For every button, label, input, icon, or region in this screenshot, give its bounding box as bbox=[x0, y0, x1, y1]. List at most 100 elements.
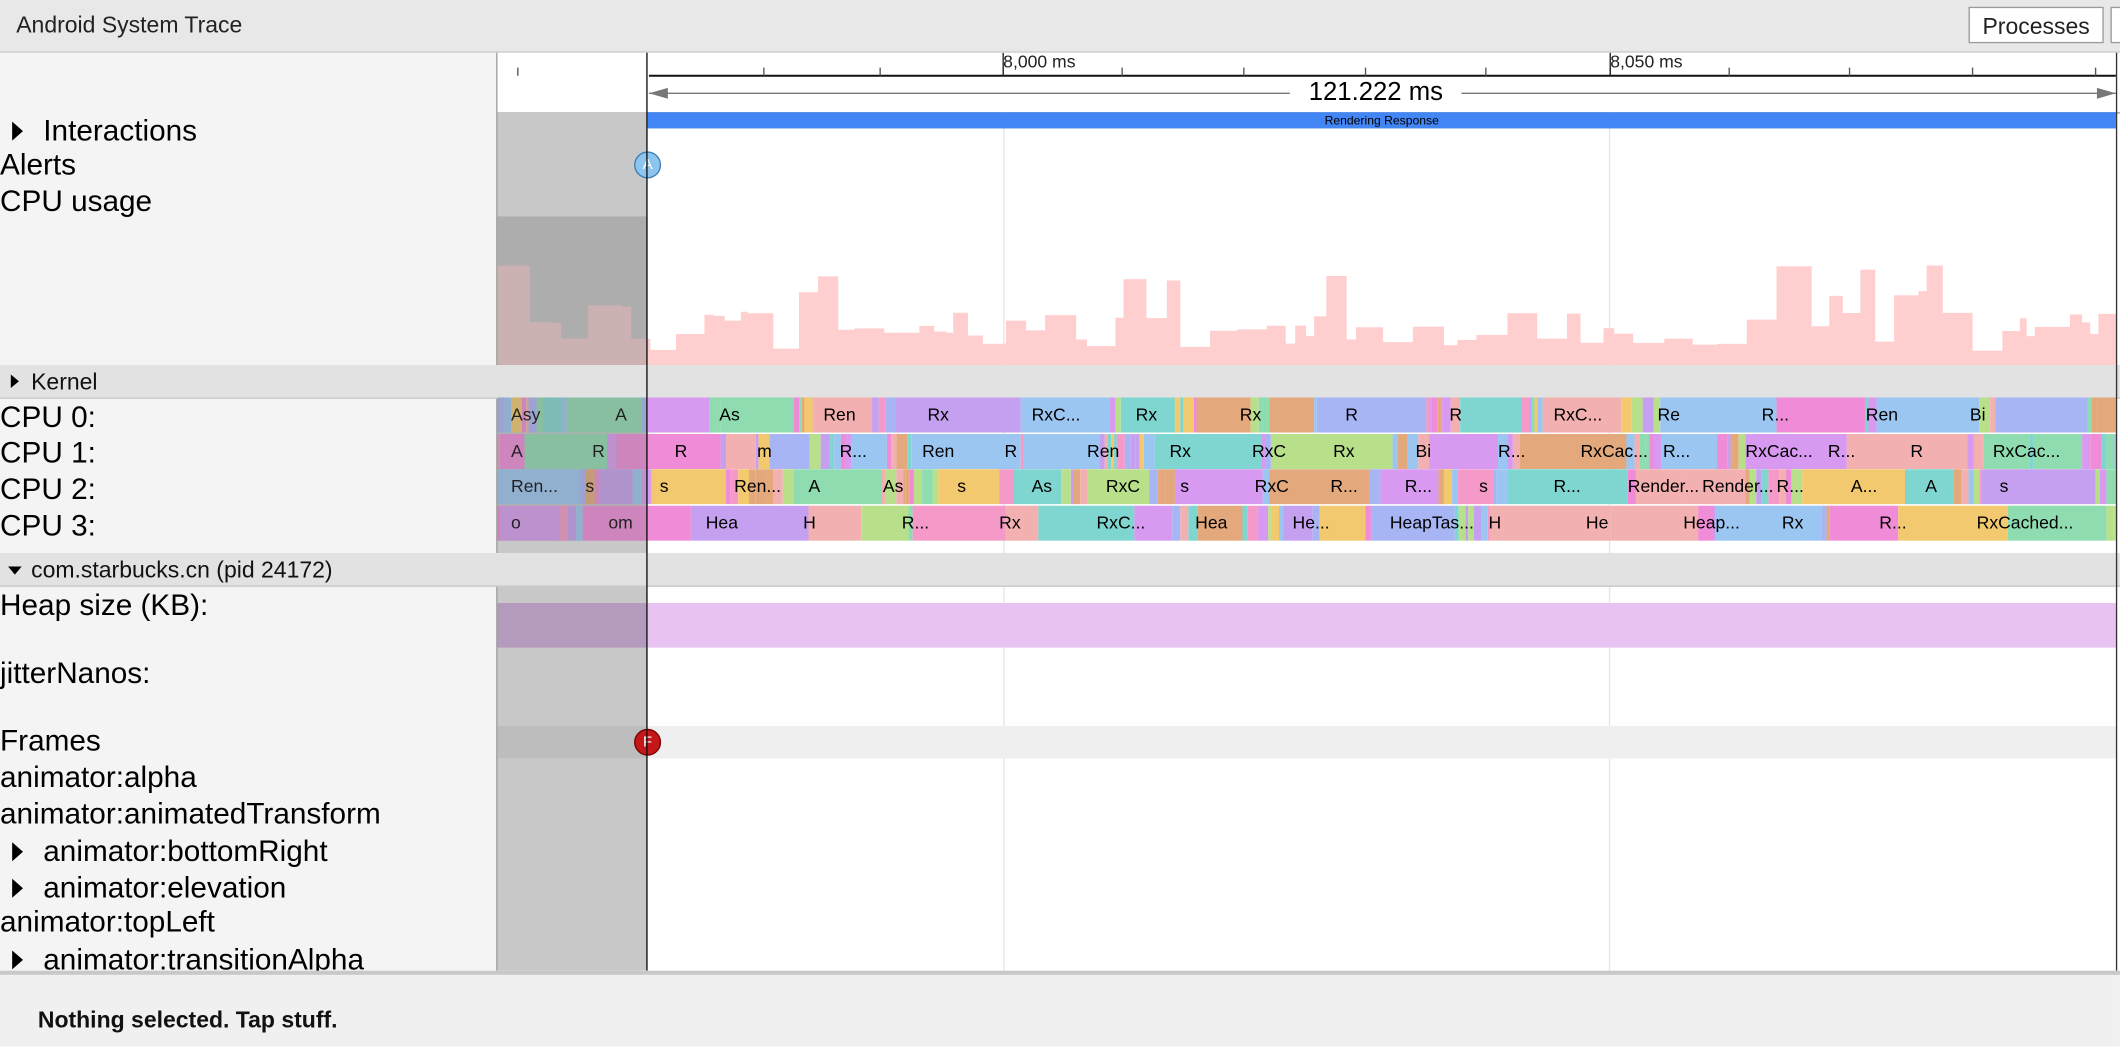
cpu-slice-label: R... bbox=[1404, 475, 1433, 497]
cpu-slice[interactable] bbox=[2096, 397, 2116, 433]
cpu-slice[interactable] bbox=[938, 469, 1000, 505]
cpu-slice[interactable] bbox=[769, 433, 810, 470]
duration-arrow-right bbox=[2096, 87, 2116, 99]
cpu-slice[interactable] bbox=[895, 397, 905, 433]
cpu-slice[interactable] bbox=[726, 433, 756, 470]
cpu-slice-label: Hea bbox=[1195, 512, 1228, 533]
cpu-slice[interactable] bbox=[922, 469, 933, 505]
cpu-slice[interactable] bbox=[913, 469, 923, 505]
cpu-slice[interactable] bbox=[878, 397, 886, 433]
cpu-slice[interactable] bbox=[1653, 433, 1662, 470]
cpu-slice[interactable] bbox=[1004, 469, 1014, 505]
cpu-slice[interactable] bbox=[804, 397, 813, 433]
group-header-process[interactable]: com.starbucks.cn (pid 24172) bbox=[0, 552, 2120, 587]
cpu-slice-label: RxCac... bbox=[1992, 440, 2061, 462]
group-header-kernel[interactable]: Kernel bbox=[0, 365, 2120, 399]
cpu-slice[interactable] bbox=[1316, 397, 1427, 433]
cpu-slice[interactable] bbox=[820, 433, 831, 470]
cpu-slice[interactable] bbox=[1995, 397, 2088, 433]
cpu-slice[interactable] bbox=[1397, 433, 1408, 470]
cpu-slice[interactable] bbox=[1183, 397, 1194, 433]
track-label-interactions[interactable]: Interactions bbox=[43, 114, 197, 149]
cpu-slice[interactable] bbox=[1717, 433, 1728, 470]
cpu-slice[interactable] bbox=[885, 397, 896, 433]
cpu-slice[interactable] bbox=[1149, 469, 1158, 505]
cpu-slice-label: He bbox=[1585, 512, 1609, 533]
cpu-slice[interactable] bbox=[2082, 433, 2091, 470]
cpu-slice[interactable] bbox=[1073, 469, 1081, 505]
cpu-slice[interactable] bbox=[1631, 397, 1643, 433]
heap-size-counter[interactable] bbox=[647, 602, 2116, 648]
cpu-slice-label: RxCached... bbox=[1976, 512, 2074, 533]
cpu-slice[interactable] bbox=[1521, 397, 1530, 433]
cpu-slice[interactable] bbox=[1172, 505, 1181, 541]
cpu-slice[interactable] bbox=[1157, 469, 1166, 505]
cpu-slice[interactable] bbox=[809, 433, 821, 470]
cpu-slice[interactable] bbox=[793, 469, 882, 505]
cpu-slice[interactable] bbox=[1061, 469, 1071, 505]
ruler-tick-label: 8,000 ms bbox=[1003, 51, 1076, 72]
cpu-slice[interactable] bbox=[1429, 433, 1499, 470]
cpu-slice[interactable] bbox=[1730, 433, 1739, 470]
expand-caret-icon[interactable] bbox=[12, 842, 23, 862]
cpu-slice[interactable] bbox=[896, 433, 908, 470]
expand-caret-icon[interactable] bbox=[12, 950, 23, 970]
expand-caret-icon[interactable] bbox=[12, 878, 23, 898]
track-label-anim-bottomright[interactable]: animator:bottomRight bbox=[43, 834, 327, 869]
collapse-caret-icon[interactable] bbox=[8, 566, 22, 575]
processes-button[interactable]: Processes bbox=[1968, 6, 2104, 44]
cpu-slice[interactable] bbox=[1165, 469, 1175, 505]
frames-track[interactable] bbox=[497, 726, 2116, 759]
cpu-slice[interactable] bbox=[1080, 469, 1088, 505]
track-label-anim-elevation[interactable]: animator:elevation bbox=[43, 871, 286, 906]
cpu-slice[interactable] bbox=[1180, 505, 1189, 541]
cpu-slice[interactable] bbox=[1270, 433, 1393, 470]
expand-caret-icon[interactable] bbox=[10, 374, 19, 389]
selection-start-line[interactable] bbox=[646, 52, 648, 971]
cpu-slice[interactable] bbox=[872, 397, 879, 433]
cpu-slice[interactable] bbox=[1247, 505, 1258, 541]
cpu-slice[interactable] bbox=[1846, 433, 1968, 470]
cpu-slice-label: R bbox=[1910, 440, 1924, 462]
cpu-slice[interactable] bbox=[1143, 433, 1155, 470]
cpu1-track[interactable]: A R Rm R... Ren R Ren Rx RxC Rx Bi R... RxCac... R...… bbox=[497, 433, 2116, 470]
cpu-slice[interactable] bbox=[1738, 433, 1746, 470]
cpu3-track[interactable]: o om Hea H R... Rx RxC... Hea He... HeapTas... H He… bbox=[497, 505, 2116, 541]
expand-caret-icon[interactable] bbox=[12, 121, 23, 141]
cpu-slice[interactable] bbox=[904, 397, 1021, 433]
cpu-slice-label: Rx bbox=[1333, 440, 1355, 462]
cpu-slice[interactable] bbox=[1270, 505, 1279, 541]
cpu-slice[interactable] bbox=[1269, 397, 1315, 433]
cpu-slice[interactable] bbox=[1369, 469, 1381, 505]
cpu-slice[interactable] bbox=[1496, 469, 1508, 505]
time-ruler[interactable]: 8,000 ms 8,050 ms 121.222 ms bbox=[497, 51, 2120, 114]
cpu-slice[interactable] bbox=[1460, 397, 1521, 433]
cpu-slice[interactable] bbox=[1257, 505, 1269, 541]
cpu-slice[interactable] bbox=[1776, 397, 1866, 433]
cpu-usage-unselected bbox=[497, 216, 648, 366]
cpu-slice[interactable] bbox=[808, 505, 862, 541]
cpu-slice[interactable] bbox=[1443, 469, 1453, 505]
cpu-slice-label: A bbox=[808, 475, 821, 497]
cpu-slice[interactable] bbox=[1973, 433, 1984, 470]
cpu-slice[interactable] bbox=[647, 397, 710, 433]
cpu0-track[interactable]: Asy A As Ren Rx RxC... Rx Rx R R RxC... Re R... Ren Bi bbox=[497, 397, 2116, 433]
cpu-slice[interactable] bbox=[1953, 469, 1962, 505]
cpu-slice[interactable] bbox=[1961, 469, 1969, 505]
cpu-slice[interactable] bbox=[1642, 397, 1654, 433]
cpu-slice[interactable] bbox=[2106, 505, 2114, 541]
cpu-slice-label: Heap... bbox=[1683, 512, 1740, 533]
cpu-slice[interactable] bbox=[1473, 505, 1482, 541]
cpu-slice-label: As bbox=[719, 404, 740, 425]
cpu-slice[interactable] bbox=[2106, 469, 2116, 505]
selection-end-line[interactable] bbox=[2115, 52, 2118, 971]
cpu-slice[interactable] bbox=[2099, 469, 2107, 505]
cpu-slice[interactable] bbox=[1967, 433, 1974, 470]
cpu-slice[interactable] bbox=[2106, 433, 2115, 470]
overflow-button[interactable] bbox=[2110, 6, 2120, 44]
cpu2-track[interactable]: Ren... s s Ren... A As s As RxC s RxC R... R... s R...… bbox=[497, 469, 2116, 505]
cpu-slice[interactable] bbox=[1621, 397, 1632, 433]
cpu-slice[interactable] bbox=[2090, 433, 2102, 470]
cpu-usage-graph[interactable] bbox=[497, 216, 2116, 366]
cpu-slice[interactable] bbox=[782, 469, 794, 505]
